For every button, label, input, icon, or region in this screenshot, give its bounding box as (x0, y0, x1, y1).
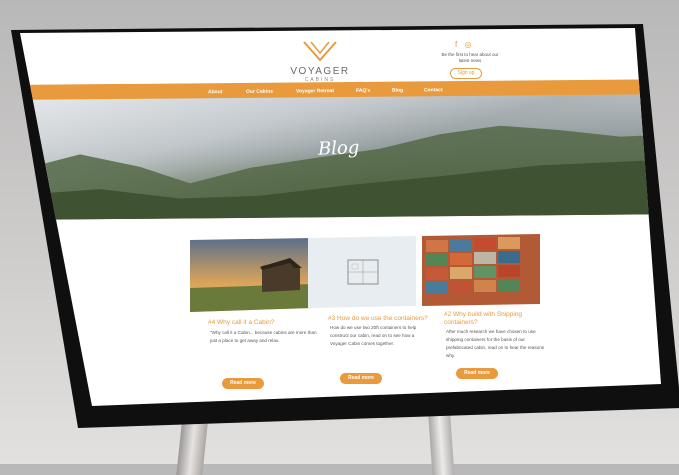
post-excerpt: After much research we have chosen to us… (446, 329, 545, 358)
read-more-button[interactable]: Read more (456, 368, 498, 379)
post-excerpt: "Why call it a Cabin... because cabins a… (210, 330, 317, 343)
nav-item-contact[interactable]: Contact (424, 87, 443, 93)
nav-item-faqs[interactable]: FAQ's (356, 88, 370, 94)
newsletter-tagline: Be the first to hear about our latest ne… (441, 52, 499, 63)
read-more-button[interactable]: Read more (340, 373, 382, 384)
voyager-logo-icon (303, 41, 337, 62)
instagram-icon[interactable]: ◎ (464, 40, 471, 49)
post-thumbnail-floorplan[interactable] (308, 236, 416, 310)
post-title[interactable]: #3 How do we use the containers? (328, 315, 428, 322)
post-thumbnail-cabin[interactable] (190, 238, 312, 312)
post-title[interactable]: #2 Why build with Shipping containers? (444, 311, 544, 327)
monitor: VOYAGER CABINS f ◎ Be the first to hear … (0, 0, 679, 464)
post-title[interactable]: #4 Why call it a Cabin? (208, 319, 274, 326)
nav-item-voyager-retreat[interactable]: Voyager Retreat (296, 88, 334, 94)
hero-title: Blog (317, 137, 360, 160)
social-links: f ◎ (455, 40, 476, 49)
read-more-button[interactable]: Read more (222, 378, 264, 389)
facebook-icon[interactable]: f (455, 40, 457, 49)
post-thumbnail-containers[interactable] (422, 234, 540, 308)
brand-logo[interactable]: VOYAGER CABINS (290, 40, 350, 83)
brand-name: VOYAGER (290, 66, 350, 77)
nav-item-about[interactable]: About (208, 89, 222, 95)
post-excerpt: How do we use two 20ft containers to hel… (330, 325, 417, 346)
nav-item-our-cabins[interactable]: Our Cabins (246, 89, 273, 95)
nav-item-blog[interactable]: Blog (392, 88, 403, 94)
signup-button[interactable]: Sign up (450, 68, 482, 79)
